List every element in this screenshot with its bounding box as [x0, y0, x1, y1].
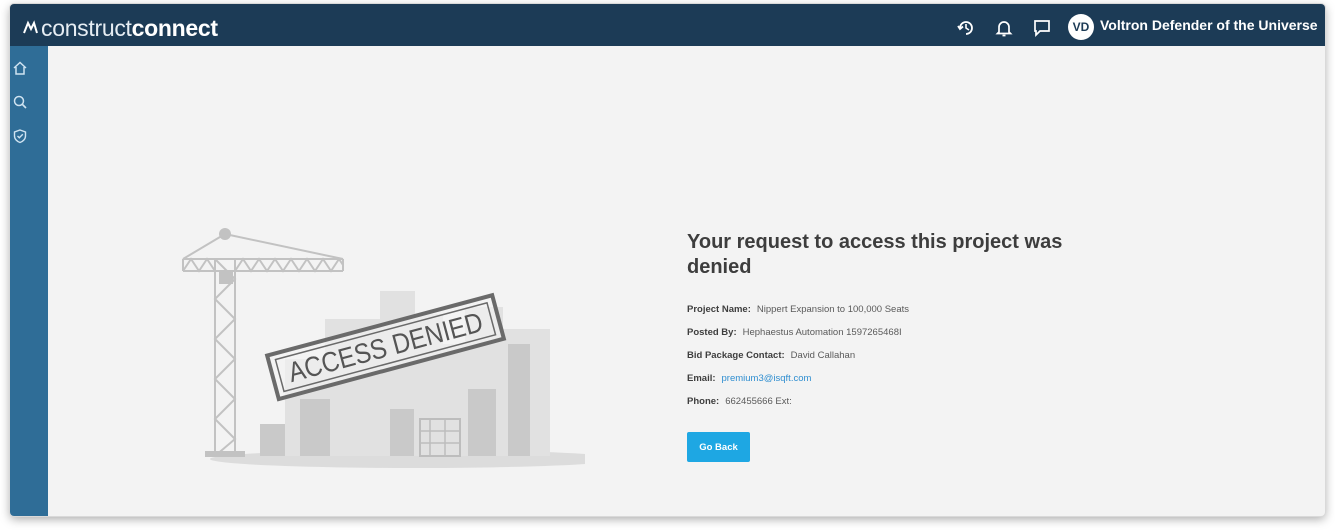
email-label: Email:	[687, 373, 716, 384]
phone-value: 662455666 Ext:	[725, 396, 792, 407]
home-icon[interactable]	[12, 60, 28, 76]
top-bar: construct connect VD Voltron Defender of …	[10, 4, 1325, 46]
history-icon[interactable]	[956, 18, 976, 38]
posted-by-value: Hephaestus Automation 1597265468I	[742, 327, 902, 338]
page-title: Your request to access this project was …	[687, 231, 1063, 278]
phone-label: Phone:	[687, 396, 720, 407]
posted-by-label: Posted By:	[687, 327, 737, 338]
contact-row: Bid Package Contact: David Callahan	[687, 344, 1107, 367]
denied-panel: Your request to access this project was …	[687, 230, 1107, 413]
project-name-label: Project Name:	[687, 304, 751, 315]
project-name-value: Nippert Expansion to 100,000 Seats	[756, 304, 909, 315]
project-details: Project Name: Nippert Expansion to 100,00…	[687, 298, 1107, 413]
logo-text-bold: connect	[131, 14, 218, 41]
logo-text-light: construct	[41, 14, 132, 41]
logo-mark-icon	[23, 20, 38, 34]
email-row: Email: premium3@isqft.com	[687, 367, 1107, 390]
app-window: construct connect VD Voltron Defender of …	[10, 4, 1325, 516]
search-icon[interactable]	[12, 94, 28, 110]
access-denied-illustration: ACCESS DENIED	[182, 228, 585, 468]
contact-value: David Callahan	[790, 350, 856, 361]
logo[interactable]: construct connect	[22, 14, 218, 42]
posted-by-row: Posted By: Hephaestus Automation 15972654…	[687, 321, 1107, 344]
avatar[interactable]: VD	[1068, 14, 1094, 40]
user-name[interactable]: Voltron Defender of the Universe	[1100, 17, 1318, 33]
bell-icon[interactable]	[994, 18, 1014, 38]
contact-label: Bid Package Contact:	[687, 350, 785, 361]
project-name-row: Project Name: Nippert Expansion to 100,00…	[687, 298, 1107, 321]
header-icons	[938, 16, 1052, 40]
phone-row: Phone: 662455666 Ext:	[687, 390, 1107, 413]
go-back-button[interactable]: Go Back	[687, 432, 750, 462]
chat-icon[interactable]	[1032, 18, 1052, 38]
shield-icon[interactable]	[12, 128, 28, 144]
crane-top	[219, 228, 231, 240]
email-link[interactable]: premium3@isqft.com	[722, 373, 812, 384]
sidebar	[10, 46, 48, 516]
